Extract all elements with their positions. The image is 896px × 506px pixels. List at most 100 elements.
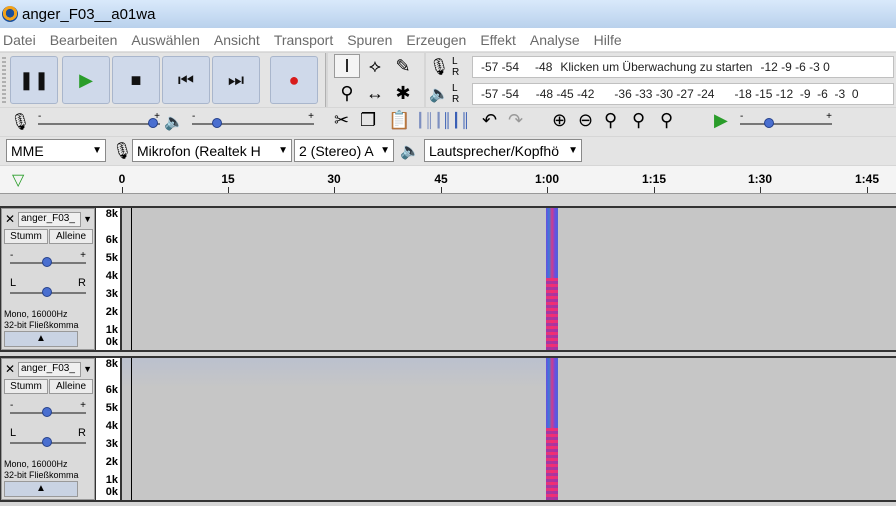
menu-effekt[interactable]: Effekt (480, 32, 516, 48)
toolbar-grip[interactable] (2, 57, 6, 103)
paste-icon[interactable]: 📋 (388, 110, 410, 131)
solo-button[interactable]: Alleine (49, 379, 93, 394)
menu-ansicht[interactable]: Ansicht (214, 32, 260, 48)
edit-cursor (131, 208, 132, 350)
record-meter[interactable]: -57 -54 -48 Klicken um Überwachung zu st… (472, 56, 894, 78)
collapse-track-button[interactable]: ▲ (4, 331, 78, 347)
slider-knob[interactable] (42, 437, 52, 447)
play-button[interactable]: ▶ (62, 56, 110, 104)
trim-icon[interactable]: ┃║┃ (416, 112, 443, 129)
selection-tool-icon[interactable]: I (334, 54, 360, 78)
pause-icon: ❚❚ (18, 69, 50, 90)
spectrogram-view[interactable] (122, 358, 896, 500)
audacity-logo-icon (2, 6, 18, 22)
zoom-in-icon[interactable]: ⊕ (552, 110, 567, 131)
play-at-speed-icon[interactable]: ▶ (714, 110, 728, 131)
stop-icon: ■ (130, 69, 142, 90)
timeline-ruler[interactable]: ▽ 0 15 30 45 1:00 1:15 1:30 1:45 (0, 166, 896, 194)
zoom-tool-icon[interactable]: ⚲ (334, 81, 360, 105)
channels-select[interactable]: 2 (Stereo) A ▼ (294, 139, 394, 162)
copy-icon[interactable]: ❐ (360, 110, 376, 131)
zoom-out-icon[interactable]: ⊖ (578, 110, 593, 131)
output-device-select[interactable]: Lautsprecher/Kopfhö ▼ (424, 139, 582, 162)
frequency-tick-label: 8k (105, 208, 118, 220)
collapse-track-button[interactable]: ▲ (4, 481, 78, 497)
track-name-button[interactable]: anger_F03_ (18, 361, 82, 377)
solo-button[interactable]: Alleine (49, 229, 93, 244)
frequency-ruler[interactable]: 8k 6k 5k 4k 3k 2k 1k 0k (96, 358, 120, 500)
chevron-down-icon[interactable]: ▼ (83, 364, 92, 374)
timeline-tick-label: 1:00 (534, 172, 560, 186)
frequency-tick-label: 4k (105, 270, 118, 282)
slider-knob[interactable] (148, 118, 158, 128)
slider-knob[interactable] (764, 118, 774, 128)
menu-analyse[interactable]: Analyse (530, 32, 580, 48)
playback-meter[interactable]: -57 -54 -48 -45 -42 -36 -33 -30 -27 -24 … (472, 83, 894, 105)
cut-icon[interactable]: ✂ (334, 110, 349, 131)
close-track-icon[interactable]: ✕ (2, 362, 18, 376)
spectrogram-burst (546, 208, 558, 350)
chevron-down-icon: ▼ (92, 145, 102, 156)
pause-button[interactable]: ❚❚ (10, 56, 58, 104)
play-speed-slider[interactable]: - + (740, 111, 832, 134)
chevron-down-icon[interactable]: ▼ (83, 214, 92, 224)
zoom-toggle-icon[interactable]: ⚲ (660, 110, 673, 131)
multi-tool-icon[interactable]: ✱ (390, 81, 416, 105)
pan-slider[interactable]: LR (10, 427, 86, 453)
frequency-tick-label: 0k (105, 336, 118, 348)
fit-project-icon[interactable]: ⚲ (632, 110, 645, 131)
record-volume-slider[interactable]: - + (38, 111, 160, 134)
timeline-tick-label: 0 (118, 172, 126, 186)
pan-slider[interactable]: LR (10, 277, 86, 303)
stop-button[interactable]: ■ (112, 56, 160, 104)
audio-host-select[interactable]: MME ▼ (6, 139, 106, 162)
menu-bearbeiten[interactable]: Bearbeiten (50, 32, 118, 48)
menu-spuren[interactable]: Spuren (347, 32, 392, 48)
menu-auswaehlen[interactable]: Auswählen (131, 32, 200, 48)
silence-icon[interactable]: ║┃║ (442, 112, 470, 129)
pan-right-label: R (78, 277, 86, 289)
close-track-icon[interactable]: ✕ (2, 212, 18, 226)
menu-hilfe[interactable]: Hilfe (594, 32, 622, 48)
gain-slider[interactable]: - + (10, 400, 86, 423)
frequency-tick-label: 2k (105, 306, 118, 318)
track-format: Mono, 16000Hz (4, 459, 68, 469)
track-name-button[interactable]: anger_F03_ (18, 211, 82, 227)
slider-knob[interactable] (42, 407, 52, 417)
fit-selection-icon[interactable]: ⚲ (604, 110, 617, 131)
skip-start-button[interactable]: ⏮ (162, 56, 210, 104)
input-device-value: Mikrofon (Realtek H (137, 142, 261, 159)
speaker-icon[interactable]: 🔈 (426, 84, 452, 104)
timeline-tick (760, 187, 761, 193)
timeline-tick-label: 30 (327, 172, 341, 186)
playback-volume-slider[interactable]: - + (192, 111, 314, 134)
menu-transport[interactable]: Transport (274, 32, 333, 48)
envelope-tool-icon[interactable]: ⟡ (362, 54, 388, 78)
timeline-tick (654, 187, 655, 193)
spectrogram-view[interactable] (122, 208, 896, 350)
record-button[interactable]: ● (270, 56, 318, 104)
timeshift-tool-icon[interactable]: ↔ (362, 81, 388, 105)
mute-button[interactable]: Stumm (4, 379, 48, 394)
draw-tool-icon[interactable]: ✎ (390, 54, 416, 78)
redo-icon[interactable]: ↷ (508, 110, 523, 131)
channels-value: 2 (Stereo) A (299, 142, 374, 159)
track-sample-format: 32-bit Fließkomma (4, 320, 79, 330)
gain-slider[interactable]: - + (10, 250, 86, 273)
undo-icon[interactable]: ↶ (482, 110, 497, 131)
slider-knob[interactable] (212, 118, 222, 128)
menu-datei[interactable]: Datei (3, 32, 36, 48)
timeline-tick-label: 45 (434, 172, 448, 186)
skip-end-button[interactable]: ⏭ (212, 56, 260, 104)
input-device-select[interactable]: Mikrofon (Realtek H ▼ (132, 139, 292, 162)
pin-play-head-icon[interactable]: ▽ (12, 170, 24, 190)
microphone-icon[interactable]: 🎙 (426, 57, 452, 77)
mute-button[interactable]: Stumm (4, 229, 48, 244)
slider-knob[interactable] (42, 287, 52, 297)
frequency-ruler[interactable]: 8k 6k 5k 4k 3k 2k 1k 0k (96, 208, 120, 350)
timeline-tick-label: 1:45 (854, 172, 880, 186)
slider-knob[interactable] (42, 257, 52, 267)
track-control-panel: ✕ anger_F03_ ▼ Stumm Alleine - + L R Mono, 16000H… (1, 208, 95, 350)
menu-erzeugen[interactable]: Erzeugen (406, 32, 466, 48)
audio-track: ✕ anger_F03_ ▼ Stumm Alleine - + L R Mono, 16000H… (0, 206, 896, 352)
